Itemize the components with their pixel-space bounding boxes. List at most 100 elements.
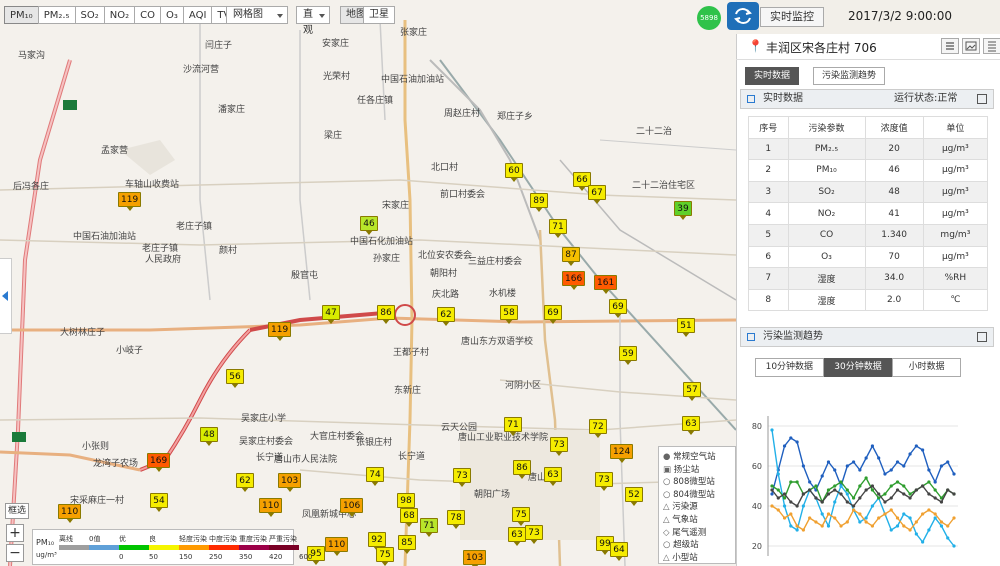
tab-so2[interactable]: SO₂ <box>74 6 105 24</box>
satellite-type-button[interactable]: 卫星 <box>363 6 395 24</box>
aqi-marker[interactable]: 106 <box>340 498 364 517</box>
data-point <box>845 492 849 496</box>
grid-select[interactable]: 网格图 <box>226 6 288 24</box>
realtime-monitor-button[interactable]: 实时监控 <box>760 7 824 27</box>
trend-interval-buttons[interactable]: 10分钟数据 30分钟数据 小时数据 <box>755 358 962 377</box>
list-icon[interactable] <box>983 38 1000 54</box>
data-point <box>833 516 837 520</box>
aqi-marker[interactable]: 124 <box>610 444 634 463</box>
tab-o3[interactable]: O₃ <box>160 6 184 24</box>
data-point <box>927 480 931 484</box>
collapse-icon[interactable] <box>977 332 987 342</box>
aqi-marker[interactable]: 119 <box>268 322 292 341</box>
aqi-marker[interactable]: 71 <box>549 219 567 238</box>
aqi-marker[interactable]: 62 <box>437 307 455 326</box>
layer-item[interactable]: ▣ 扬尘站 <box>663 463 699 475</box>
aqi-marker[interactable]: 57 <box>683 382 701 401</box>
thirty-min-button[interactable]: 30分钟数据 <box>823 358 893 377</box>
aqi-marker[interactable]: 161 <box>594 275 618 294</box>
aqi-marker[interactable]: 166 <box>562 271 586 290</box>
data-point <box>883 492 887 496</box>
aqi-marker[interactable]: 73 <box>453 468 471 487</box>
aqi-marker[interactable]: 86 <box>513 460 531 479</box>
aqi-marker[interactable]: 72 <box>589 419 607 438</box>
aqi-marker[interactable]: 169 <box>147 453 171 472</box>
aqi-marker[interactable]: 63 <box>508 527 526 546</box>
aqi-marker[interactable]: 103 <box>278 473 302 492</box>
menu-icon[interactable] <box>941 38 959 54</box>
layer-item[interactable]: ○ 超级站 <box>663 538 699 550</box>
aqi-marker[interactable]: 62 <box>236 473 254 492</box>
tab-aqi[interactable]: AQI <box>182 6 213 24</box>
aqi-marker[interactable]: 86 <box>377 305 395 324</box>
collapse-icon[interactable] <box>977 94 987 104</box>
data-point <box>908 452 912 456</box>
aqi-marker[interactable]: 110 <box>259 498 283 517</box>
aqi-marker[interactable]: 78 <box>447 510 465 529</box>
aqi-marker[interactable]: 59 <box>619 346 637 365</box>
zoom-out-button[interactable]: − <box>6 544 24 562</box>
aqi-marker[interactable]: 92 <box>368 532 386 551</box>
layer-item[interactable]: ○ 808微型站 <box>663 475 715 487</box>
layer-item[interactable]: ● 常规空气站 <box>663 450 716 462</box>
tab-pollution-trend[interactable]: 污染监测趋势 <box>813 67 886 85</box>
aqi-marker[interactable]: 60 <box>505 163 523 182</box>
aqi-marker[interactable]: 63 <box>682 416 700 435</box>
aqi-marker[interactable]: 103 <box>463 550 487 566</box>
aqi-marker[interactable]: 73 <box>550 437 568 456</box>
aqi-marker[interactable]: 48 <box>200 427 218 446</box>
aqi-marker[interactable]: 119 <box>118 192 142 211</box>
refresh-icon[interactable] <box>727 2 759 30</box>
aqi-marker[interactable]: 68 <box>400 508 418 527</box>
layer-item[interactable]: △ 气象站 <box>663 513 698 525</box>
aqi-marker[interactable]: 64 <box>610 542 628 561</box>
aqi-marker[interactable]: 52 <box>625 487 643 506</box>
aqi-marker[interactable]: 69 <box>609 299 627 318</box>
aqi-marker[interactable]: 63 <box>544 467 562 486</box>
image-icon[interactable] <box>962 38 980 54</box>
aqi-marker[interactable]: 75 <box>376 547 394 566</box>
aqi-marker[interactable]: 58 <box>500 305 518 324</box>
map-view[interactable]: 闫庄子 安家庄 张家庄 马家沟 沙流河营 光荣村 中国石油加油站 任各庄镇 潘家庄 周赵庄村 郑庄子… <box>0 0 736 566</box>
layer-item[interactable]: △ 小型站 <box>663 551 698 563</box>
aqi-marker[interactable]: 89 <box>530 193 548 212</box>
online-count-badge[interactable]: 5898 <box>697 6 721 30</box>
aqi-marker[interactable]: 39 <box>674 201 692 220</box>
data-point <box>845 500 849 504</box>
aqi-marker[interactable]: 54 <box>150 493 168 512</box>
tab-co[interactable]: CO <box>134 6 162 24</box>
zoom-in-button[interactable]: + <box>6 524 24 542</box>
collapse-handle[interactable] <box>0 258 12 334</box>
aqi-marker[interactable]: 71 <box>504 417 522 436</box>
filter-button[interactable]: 框选 <box>5 503 29 519</box>
aqi-marker[interactable]: 71 <box>420 518 438 537</box>
aqi-marker[interactable]: 56 <box>226 369 244 388</box>
hour-button[interactable]: 小时数据 <box>892 358 962 377</box>
aqi-marker[interactable]: 98 <box>397 493 415 512</box>
place-label: 云天公园 <box>441 423 478 433</box>
pollutant-tabs[interactable]: PM₁₀ PM₂.₅ SO₂ NO₂ CO O₃ AQI TVOC <box>4 6 252 24</box>
aqi-marker[interactable]: 67 <box>588 185 606 204</box>
view-select[interactable]: 直观 <box>296 6 330 36</box>
aqi-marker[interactable]: 73 <box>595 472 613 491</box>
aqi-marker[interactable]: 69 <box>544 305 562 324</box>
aqi-marker[interactable]: 51 <box>677 318 695 337</box>
ten-min-button[interactable]: 10分钟数据 <box>755 358 824 377</box>
aqi-marker[interactable]: 47 <box>322 305 340 324</box>
layer-item[interactable]: △ 污染源 <box>663 500 698 512</box>
layer-menu[interactable]: ● 常规空气站 ▣ 扬尘站 ○ 808微型站 ○ 804微型站 △ 污染源 △ 气象站 ◇ … <box>658 446 736 564</box>
layer-item[interactable]: ○ 804微型站 <box>663 488 715 500</box>
tab-no2[interactable]: NO₂ <box>103 6 136 24</box>
aqi-marker[interactable]: 46 <box>360 216 378 235</box>
aqi-marker[interactable]: 87 <box>562 247 580 266</box>
tab-pm10[interactable]: PM₁₀ <box>4 6 39 24</box>
aqi-marker[interactable]: 110 <box>325 537 349 556</box>
aqi-marker[interactable]: 75 <box>512 507 530 526</box>
tab-pm25[interactable]: PM₂.₅ <box>37 6 76 24</box>
aqi-marker[interactable]: 74 <box>366 467 384 486</box>
aqi-marker[interactable]: 85 <box>398 535 416 554</box>
layer-item[interactable]: ◇ 尾气遥测 <box>663 526 706 538</box>
aqi-marker[interactable]: 110 <box>58 504 82 523</box>
tab-realtime-data[interactable]: 实时数据 <box>745 67 800 85</box>
aqi-marker[interactable]: 73 <box>525 525 543 544</box>
